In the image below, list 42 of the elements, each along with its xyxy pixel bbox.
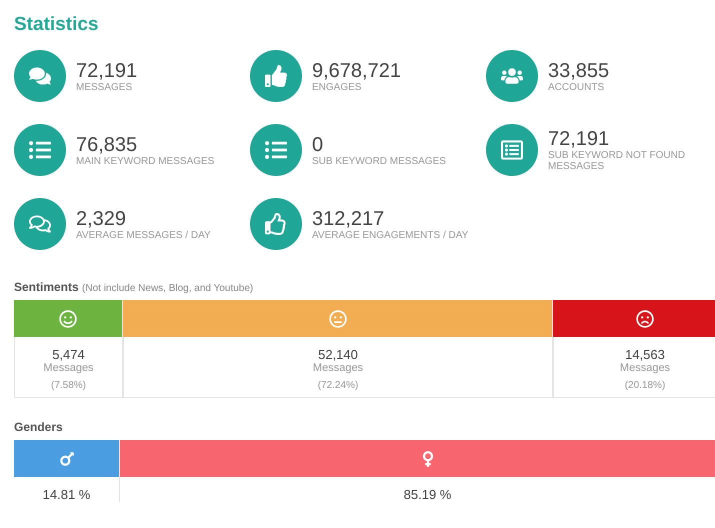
stat-label: SUB KEYWORD NOT FOUND MESSAGES <box>548 150 686 172</box>
stat-label: ACCOUNTS <box>548 82 606 92</box>
stat-label: MAIN KEYWORD MESSAGES <box>76 156 214 166</box>
stat-value: 72,191 <box>548 128 610 150</box>
chat-bubbles-icon <box>29 213 51 235</box>
count-unit: Messages <box>312 362 364 374</box>
message-count: 5,474 <box>52 347 85 362</box>
stat-value: 0 <box>312 134 324 156</box>
stat-label: MESSAGES <box>76 82 134 92</box>
male-icon <box>58 450 76 468</box>
section-note: (Not include News, Blog, and Youtube) <box>82 283 254 294</box>
percentage: (72.24%) <box>318 380 358 391</box>
message-count: 14,563 <box>625 347 665 362</box>
list-icon <box>29 139 51 161</box>
percentage: (20.18%) <box>624 380 666 391</box>
stat-value: 312,217 <box>312 208 386 230</box>
count-unit: Messages <box>43 362 94 374</box>
section-title: Sentiments <box>14 280 79 294</box>
thumbs-up-icon <box>265 213 287 235</box>
chat-bubbles-icon <box>29 65 51 87</box>
section-title: Statistics <box>14 14 100 36</box>
smiley-icon <box>59 310 77 328</box>
stat-value: 2,329 <box>76 208 128 230</box>
frown-icon <box>636 310 654 328</box>
stat-label: AVERAGE MESSAGES / DAY <box>76 230 211 240</box>
stat-label: AVERAGE ENGAGEMENTS / DAY <box>312 230 468 240</box>
list-card-icon <box>501 139 523 161</box>
gender-share: 14.81 % <box>42 486 92 502</box>
thumbs-up-icon <box>265 65 287 87</box>
stat-label: ENGAGES <box>312 82 362 92</box>
gender-share: 85.19 % <box>402 486 452 502</box>
message-count: 52,140 <box>318 347 358 362</box>
stat-label: SUB KEYWORD MESSAGES <box>312 156 446 166</box>
neutral-face-icon <box>328 310 346 328</box>
percentage: (7.58%) <box>50 380 86 391</box>
stat-value: 76,835 <box>76 134 138 156</box>
list-icon <box>265 139 287 161</box>
stat-value: 72,191 <box>76 60 138 82</box>
stat-value: 33,855 <box>548 60 610 82</box>
count-unit: Messages <box>620 362 670 374</box>
stat-value: 9,678,721 <box>312 60 401 82</box>
section-title: Genders <box>14 420 63 434</box>
